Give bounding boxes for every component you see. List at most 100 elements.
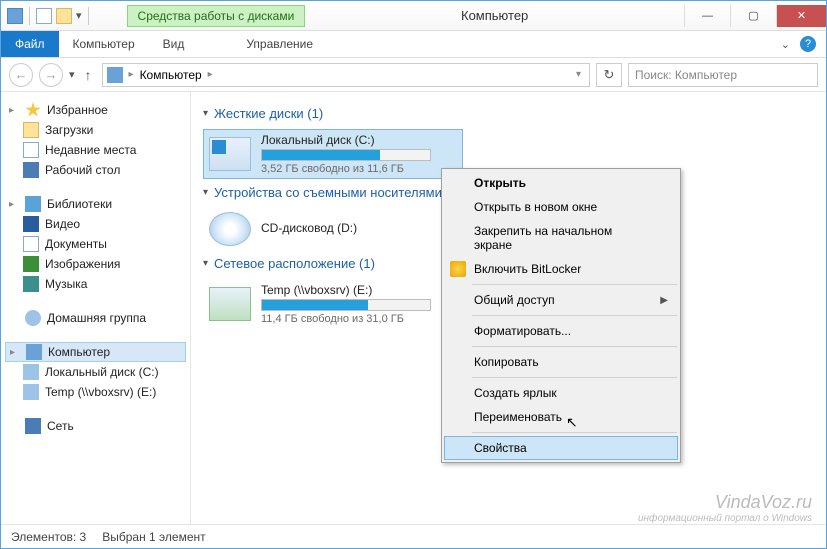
drive-network-e[interactable]: Temp (\\vboxsrv) (E:) 11,4 ГБ свободно и… — [203, 279, 463, 329]
watermark: VindaVoz.ru информационный портал о Wind… — [638, 492, 812, 524]
homegroup-icon — [25, 310, 41, 326]
sidebar-item-local-disk-c[interactable]: Локальный диск (C:) — [5, 362, 186, 382]
sidebar-item-video[interactable]: Видео — [5, 214, 186, 234]
drive-free-space: 11,4 ГБ свободно из 31,0 ГБ — [261, 313, 457, 325]
drive-capacity-bar — [261, 299, 431, 311]
sidebar-libraries-header[interactable]: ▸Библиотеки — [5, 194, 186, 214]
separator — [472, 432, 677, 433]
watermark-title: VindaVoz.ru — [638, 492, 812, 513]
navigation-bar: ← → ▾ ↑ ▸ Компьютер ▸ ▾ ↻ Поиск: Компьют… — [1, 58, 826, 92]
separator — [472, 315, 677, 316]
context-item-properties[interactable]: Свойства — [444, 436, 678, 460]
drive-icon — [23, 364, 39, 380]
search-input[interactable]: Поиск: Компьютер — [628, 63, 818, 87]
folder-icon — [23, 122, 39, 138]
sidebar-homegroup[interactable]: Домашняя группа — [5, 308, 186, 328]
documents-icon — [23, 236, 39, 252]
ribbon-tab-manage[interactable]: Управление — [232, 31, 327, 57]
breadcrumb-item[interactable]: Компьютер — [140, 68, 202, 82]
context-item-bitlocker[interactable]: Включить BitLocker — [444, 257, 678, 281]
separator — [472, 377, 677, 378]
cd-icon — [209, 212, 251, 246]
window-controls: — ▢ ✕ — [684, 5, 826, 27]
status-bar: Элементов: 3 Выбран 1 элемент — [1, 524, 826, 548]
star-icon — [25, 102, 41, 118]
sidebar-computer-header[interactable]: ▸Компьютер — [5, 342, 186, 362]
video-icon — [23, 216, 39, 232]
navigation-pane: ▸Избранное Загрузки Недавние места Рабоч… — [1, 92, 191, 524]
context-item-format[interactable]: Форматировать... — [444, 319, 678, 343]
recent-icon — [23, 142, 39, 158]
ribbon-tab-file[interactable]: Файл — [1, 31, 59, 57]
ribbon-tab-view[interactable]: Вид — [149, 31, 199, 57]
qat-folder-icon[interactable] — [56, 8, 72, 24]
sidebar-item-images[interactable]: Изображения — [5, 254, 186, 274]
status-selected-count: Выбран 1 элемент — [102, 530, 205, 544]
images-icon — [23, 256, 39, 272]
location-icon — [107, 67, 123, 83]
watermark-subtitle: информационный портал о Windows — [638, 513, 812, 524]
minimize-button[interactable]: — — [684, 5, 730, 27]
sidebar-item-network-drive-e[interactable]: Temp (\\vboxsrv) (E:) — [5, 382, 186, 402]
app-icon[interactable] — [7, 8, 23, 24]
drive-local-c[interactable]: Локальный диск (C:) 3,52 ГБ свободно из … — [203, 129, 463, 179]
drive-name: Temp (\\vboxsrv) (E:) — [261, 283, 457, 297]
drive-free-space: 3,52 ГБ свободно из 11,6 ГБ — [261, 163, 457, 175]
network-icon — [25, 418, 41, 434]
context-item-share[interactable]: Общий доступ▶ — [444, 288, 678, 312]
context-menu: Открыть Открыть в новом окне Закрепить н… — [441, 168, 681, 463]
ribbon-tab-computer[interactable]: Компьютер — [59, 31, 149, 57]
quick-access-toolbar: ▾ — [1, 7, 97, 25]
window-title: Компьютер — [305, 8, 684, 23]
qat-properties-icon[interactable] — [36, 8, 52, 24]
sidebar-favorites-header[interactable]: ▸Избранное — [5, 100, 186, 120]
ribbon-tabs: Файл Компьютер Вид Управление ⌄ ? — [1, 31, 826, 58]
chevron-down-icon: ▾ — [203, 187, 208, 198]
sidebar-item-music[interactable]: Музыка — [5, 274, 186, 294]
contextual-tools-tab[interactable]: Средства работы с дисками — [127, 5, 306, 27]
desktop-icon — [23, 162, 39, 178]
sidebar-network[interactable]: Сеть — [5, 416, 186, 436]
forward-button[interactable]: → — [39, 63, 63, 87]
breadcrumb-chevron-icon[interactable]: ▸ — [127, 69, 136, 80]
maximize-button[interactable]: ▢ — [730, 5, 776, 27]
drive-name: Локальный диск (C:) — [261, 133, 457, 147]
computer-icon — [26, 344, 42, 360]
chevron-down-icon: ▾ — [203, 258, 208, 269]
up-button[interactable]: ↑ — [81, 67, 96, 83]
address-dropdown-icon[interactable]: ▾ — [572, 69, 585, 80]
search-placeholder: Поиск: Компьютер — [635, 68, 737, 82]
qat-dropdown-icon[interactable]: ▾ — [76, 9, 82, 22]
music-icon — [23, 276, 39, 292]
drive-capacity-bar — [261, 149, 431, 161]
refresh-button[interactable]: ↻ — [596, 63, 622, 87]
context-item-rename[interactable]: Переименовать — [444, 405, 678, 429]
submenu-arrow-icon: ▶ — [660, 295, 668, 306]
hdd-icon — [209, 137, 251, 171]
close-button[interactable]: ✕ — [776, 5, 826, 27]
category-hard-drives[interactable]: ▾Жесткие диски (1) — [203, 106, 814, 121]
sidebar-item-downloads[interactable]: Загрузки — [5, 120, 186, 140]
sidebar-item-desktop[interactable]: Рабочий стол — [5, 160, 186, 180]
chevron-down-icon: ▾ — [203, 108, 208, 119]
ribbon-collapse-icon[interactable]: ⌄ — [781, 38, 790, 51]
status-item-count: Элементов: 3 — [11, 530, 86, 544]
titlebar: ▾ Средства работы с дисками Компьютер — … — [1, 1, 826, 31]
context-item-open-new-window[interactable]: Открыть в новом окне — [444, 195, 678, 219]
history-dropdown-icon[interactable]: ▾ — [69, 68, 75, 81]
context-item-create-shortcut[interactable]: Создать ярлык — [444, 381, 678, 405]
shield-icon — [450, 261, 466, 277]
context-item-pin-start[interactable]: Закрепить на начальном экране — [444, 219, 678, 257]
network-drive-icon — [209, 287, 251, 321]
back-button[interactable]: ← — [9, 63, 33, 87]
help-icon[interactable]: ? — [800, 36, 816, 52]
drive-cd-d[interactable]: CD-дисковод (D:) — [203, 208, 463, 250]
address-bar[interactable]: ▸ Компьютер ▸ ▾ — [102, 63, 590, 87]
sidebar-item-recent[interactable]: Недавние места — [5, 140, 186, 160]
breadcrumb-chevron-icon[interactable]: ▸ — [206, 69, 215, 80]
context-item-open[interactable]: Открыть — [444, 171, 678, 195]
context-item-copy[interactable]: Копировать — [444, 350, 678, 374]
sidebar-item-documents[interactable]: Документы — [5, 234, 186, 254]
separator — [472, 346, 677, 347]
network-drive-icon — [23, 384, 39, 400]
